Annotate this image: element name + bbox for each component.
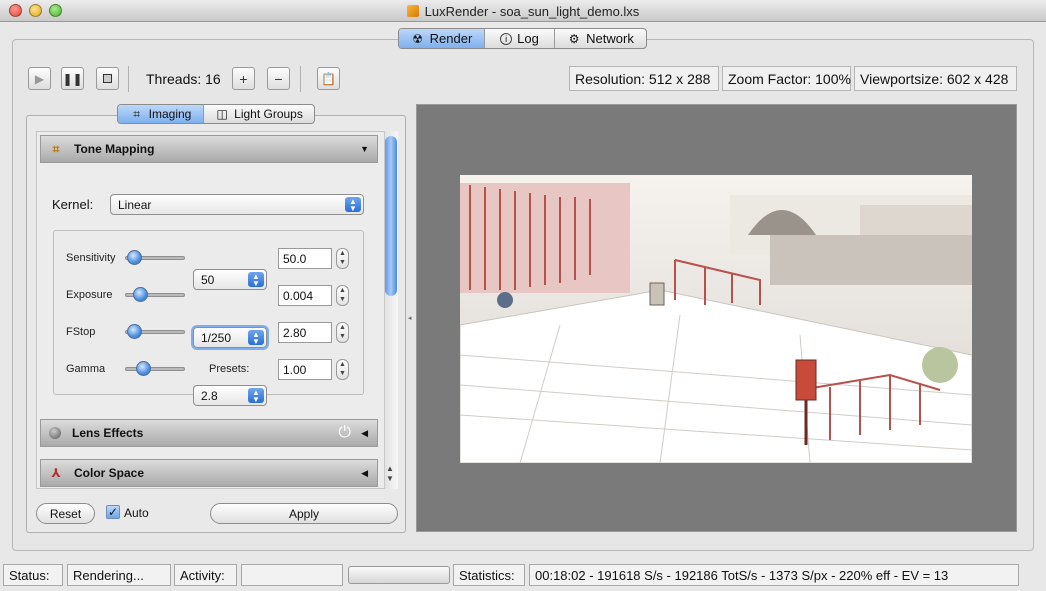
fstop-preset-select[interactable]: 2.8 ▲ ▼	[193, 385, 267, 406]
tab-log[interactable]: i Log	[485, 29, 555, 48]
title-bar: LuxRender - soa_sun_light_demo.lxs	[0, 0, 1046, 22]
toolbar-divider	[300, 66, 301, 92]
toolbar-divider	[128, 66, 129, 92]
lens-icon	[49, 427, 61, 439]
window-title: LuxRender - soa_sun_light_demo.lxs	[424, 4, 640, 19]
gamma-slider[interactable]	[125, 367, 185, 371]
select-arrows-icon: ▲ ▼	[248, 272, 264, 288]
reset-button[interactable]: Reset	[36, 503, 95, 524]
tab-network[interactable]: ⚙ Network	[555, 29, 646, 48]
start-render-button[interactable]: ▶	[28, 67, 51, 90]
statistics-label: Statistics:	[453, 564, 525, 586]
status-value: Rendering...	[67, 564, 171, 586]
lens-effects-header[interactable]: Lens Effects ⏻ ◀	[40, 419, 378, 447]
threads-label: Threads: 16	[146, 71, 221, 87]
splitter-handle[interactable]: ◂	[408, 314, 412, 322]
sensitivity-stepper[interactable]: ▲ ▼	[336, 248, 349, 269]
exposure-preset-select[interactable]: 1/250 ▲ ▼	[193, 327, 267, 348]
scrollbar-thumb[interactable]	[385, 136, 397, 296]
apply-button[interactable]: Apply	[210, 503, 398, 524]
select-arrows-icon: ▲ ▼	[345, 197, 361, 213]
select-arrows-icon: ▲ ▼	[248, 388, 264, 404]
zoom-readout: Zoom Factor: 100%	[722, 66, 851, 91]
kernel-select[interactable]: Linear ▲ ▼	[110, 194, 364, 215]
color-space-header[interactable]: ⅄ Color Space ◀	[40, 459, 378, 487]
fstop-stepper[interactable]: ▲ ▼	[336, 322, 349, 343]
exposure-slider-knob[interactable]	[133, 287, 148, 302]
light-groups-icon: ◫	[216, 107, 228, 121]
gamma-value-field[interactable]: 1.00	[278, 359, 332, 380]
play-icon: ▶	[34, 71, 45, 86]
fstop-label: FStop	[66, 326, 96, 338]
radiation-icon: ☢	[412, 31, 424, 46]
render-image	[460, 175, 972, 463]
exposure-label: Exposure	[66, 289, 113, 301]
stop-icon	[103, 74, 112, 83]
tone-mapping-header[interactable]: ⌗ Tone Mapping ▼	[40, 135, 378, 163]
stop-render-button[interactable]	[96, 67, 119, 90]
chevron-down-icon: ▼	[360, 144, 369, 154]
exposure-value-field[interactable]: 0.004	[278, 285, 332, 306]
sensitivity-label: Sensitivity	[66, 252, 116, 264]
crop-icon: ⌗	[52, 142, 60, 156]
viewport-readout: Viewportsize: 602 x 428	[854, 66, 1017, 91]
side-tabs: ⌗ Imaging ◫ Light Groups	[117, 104, 315, 124]
main-tabs: ☢ Render i Log ⚙ Network	[398, 28, 647, 49]
sensitivity-value-field[interactable]: 50.0	[278, 248, 332, 269]
select-arrows-icon: ▲ ▼	[248, 330, 264, 346]
gamma-slider-knob[interactable]	[136, 361, 151, 376]
activity-field	[241, 564, 343, 586]
clipboard-icon: 📋	[321, 71, 336, 86]
gamma-stepper[interactable]: ▲ ▼	[336, 359, 349, 380]
pause-render-button[interactable]: ❚❚	[61, 67, 84, 90]
statistics-value: 00:18:02 - 191618 S/s - 192186 TotS/s - …	[529, 564, 1019, 586]
checkmark-icon: ✓	[107, 505, 119, 519]
chevron-left-icon: ◀	[361, 467, 368, 478]
gamma-presets-label: Presets:	[209, 363, 250, 375]
activity-label: Activity:	[174, 564, 237, 586]
auto-label: Auto	[124, 506, 149, 520]
resolution-readout: Resolution: 512 x 288	[569, 66, 719, 91]
auto-checkbox[interactable]: ✓	[106, 505, 120, 519]
add-thread-button[interactable]: +	[232, 67, 255, 90]
power-toggle-icon[interactable]: ⏻	[338, 424, 351, 442]
tab-render[interactable]: ☢ Render	[399, 29, 485, 48]
gamma-label: Gamma	[66, 363, 106, 375]
chevron-left-icon: ◀	[361, 427, 368, 438]
pause-icon: ❚❚	[62, 71, 83, 86]
exposure-stepper[interactable]: ▲ ▼	[336, 285, 349, 306]
plus-icon: +	[239, 70, 248, 87]
status-label: Status:	[3, 564, 63, 586]
app-icon	[406, 5, 419, 17]
fstop-value-field[interactable]: 2.80	[278, 322, 332, 343]
minus-icon: −	[274, 70, 283, 87]
network-icon: ⚙	[568, 31, 580, 46]
remove-thread-button[interactable]: −	[267, 67, 290, 90]
sensitivity-preset-select[interactable]: 50 ▲ ▼	[193, 269, 267, 290]
kernel-label: Kernel:	[52, 197, 94, 212]
crop-icon: ⌗	[133, 107, 141, 121]
tab-light-groups[interactable]: ◫ Light Groups	[204, 105, 314, 123]
copy-to-clipboard-button[interactable]: 📋	[317, 67, 340, 90]
info-icon: i	[500, 32, 513, 45]
sensitivity-slider-knob[interactable]	[127, 250, 142, 265]
fstop-slider-knob[interactable]	[127, 324, 142, 339]
color-space-icon: ⅄	[51, 466, 61, 480]
tab-imaging[interactable]: ⌗ Imaging	[118, 105, 204, 123]
progress-bar	[348, 566, 450, 584]
scroll-arrows[interactable]: ▲ ▼	[386, 464, 394, 484]
